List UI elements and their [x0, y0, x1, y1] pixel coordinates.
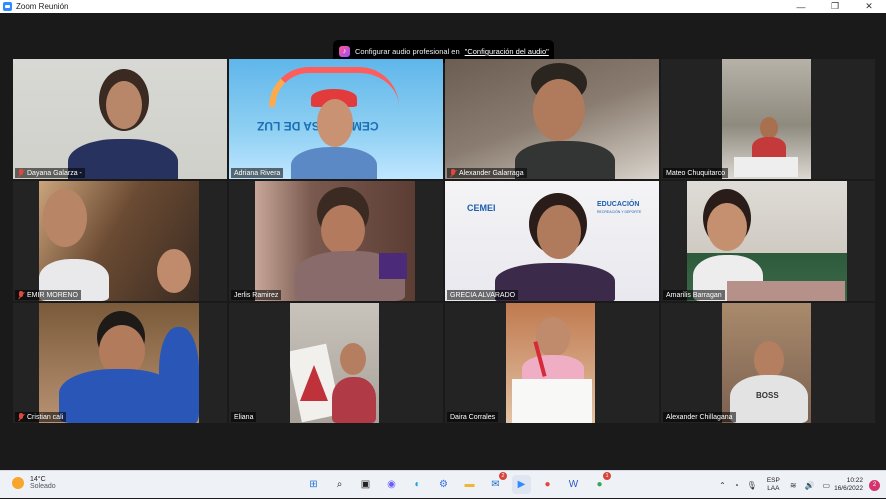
battery-icon[interactable]: ▭	[823, 481, 831, 490]
notifications-badge[interactable]: 2	[869, 479, 880, 491]
system-tray: ⌃ ◔ 🎙 ESP LAA ≋ 🔊 ▭ 10:22 16/6/2022 2	[715, 471, 886, 499]
tray-app-icon[interactable]: ◔	[734, 481, 739, 490]
taskbar-apps: ⊞ ⌕ ▣ ◉ ◐ ⚙ ▬ ✉ 2 ▶ ● W ● 1	[304, 472, 611, 494]
notice-text: Configurar audio profesional en	[355, 47, 460, 56]
participant-tile[interactable]: Eliana	[229, 303, 443, 423]
weather-condition: Soleado	[30, 483, 56, 490]
volume-icon[interactable]: 🔊	[805, 481, 815, 490]
participant-name-label: Cristian cali	[15, 412, 67, 422]
participant-tile[interactable]: Amarilis Barragan	[661, 181, 875, 301]
settings-icon[interactable]: ⚙	[434, 475, 453, 494]
chat-icon[interactable]: ◉	[382, 475, 401, 494]
chrome-badge: 1	[603, 472, 611, 480]
participant-video: CEMEI CASA DE LUZ	[229, 59, 443, 179]
participant-video	[506, 303, 595, 423]
participant-video	[255, 181, 415, 301]
search-icon[interactable]: ⌕	[330, 475, 349, 494]
participant-name-label: Mateo Chuquitarco	[663, 168, 729, 178]
chrome-icon[interactable]: ●	[538, 475, 557, 494]
participant-tile[interactable]: Jerlis Ramirez	[229, 181, 443, 301]
participant-video	[39, 303, 199, 423]
participant-tile[interactable]: Alexander Galarraga	[445, 59, 659, 179]
window-title: Zoom Reunión	[16, 2, 69, 11]
language-indicator[interactable]: ESP LAA	[767, 477, 780, 493]
participant-video	[687, 181, 847, 301]
muted-mic-icon	[450, 169, 456, 177]
weather-temperature: 14°C	[30, 476, 46, 483]
participant-tile[interactable]: CEMEI CASA DE LUZ Adriana Rivera	[229, 59, 443, 179]
participant-video	[13, 59, 227, 179]
participant-name-label: EMIR MORENO	[15, 290, 81, 300]
participant-tile[interactable]: EMIR MORENO	[13, 181, 227, 301]
participant-tile[interactable]: Cristian cali	[13, 303, 227, 423]
sun-icon	[12, 477, 24, 489]
weather-widget[interactable]: 14°C Soleado	[12, 476, 56, 490]
ministry-logo: EDUCACIÓN	[597, 201, 640, 208]
wifi-icon[interactable]: ≋	[790, 481, 797, 490]
participant-tile[interactable]: BOSS Alexander Chillagana	[661, 303, 875, 423]
mail-badge: 2	[499, 472, 507, 480]
muted-mic-icon	[18, 413, 24, 421]
file-explorer-icon[interactable]: ▬	[460, 475, 479, 494]
zoom-app-icon	[3, 2, 12, 11]
participant-name-label: Alexander Galarraga	[447, 168, 527, 178]
participant-video: BOSS	[722, 303, 811, 423]
maximize-button[interactable]: ❐	[818, 0, 852, 13]
ministry-logo-sub: RECREACIÓN Y DEPORTE	[597, 210, 642, 214]
participant-name-label: Amarilis Barragan	[663, 290, 725, 300]
active-speaker-tile[interactable]: CEMEI EDUCACIÓN RECREACIÓN Y DEPORTE GRE…	[445, 181, 659, 301]
microphone-icon[interactable]: 🎙	[747, 481, 757, 490]
clock[interactable]: 10:22 16/6/2022	[834, 477, 863, 493]
participant-name-label: Alexander Chillagana	[663, 412, 736, 422]
cemei-logo: CEMEI	[467, 203, 496, 213]
meeting-gallery: ♪ Configurar audio profesional en "Confi…	[0, 13, 886, 470]
window-controls: — ❐ ✕	[784, 0, 886, 13]
muted-mic-icon	[18, 169, 24, 177]
participant-name-label: Adriana Rivera	[231, 168, 284, 178]
word-icon[interactable]: W	[564, 475, 583, 494]
shirt-text: BOSS	[756, 391, 779, 400]
participant-name-label: GRECIA ALVARADO	[447, 290, 519, 300]
participant-name-label: Jerlis Ramirez	[231, 290, 282, 300]
muted-mic-icon	[18, 291, 24, 299]
zoom-taskbar-icon[interactable]: ▶	[512, 475, 531, 494]
music-note-icon: ♪	[339, 46, 350, 57]
audio-settings-link[interactable]: "Configuración del audio"	[465, 47, 549, 56]
participant-tile[interactable]: Mateo Chuquitarco	[661, 59, 875, 179]
close-button[interactable]: ✕	[852, 0, 886, 13]
task-view-icon[interactable]: ▣	[356, 475, 375, 494]
mail-icon[interactable]: ✉ 2	[486, 472, 507, 494]
edge-browser-icon[interactable]: ◐	[408, 475, 427, 494]
participant-video: CEMEI EDUCACIÓN RECREACIÓN Y DEPORTE	[445, 181, 659, 301]
participant-tile[interactable]: Dayana Galarza -	[13, 59, 227, 179]
windows-start-icon[interactable]: ⊞	[304, 475, 323, 494]
chevron-up-icon[interactable]: ⌃	[719, 481, 726, 490]
participant-tile[interactable]: Daira Corrales	[445, 303, 659, 423]
participant-video	[722, 59, 811, 179]
participant-video	[445, 59, 659, 179]
minimize-button[interactable]: —	[784, 0, 818, 13]
participant-name-label: Daira Corrales	[447, 412, 499, 422]
chrome-profile-icon[interactable]: ● 1	[590, 472, 611, 494]
window-titlebar: Zoom Reunión — ❐ ✕	[0, 0, 886, 13]
participant-video	[39, 181, 199, 301]
taskbar: 14°C Soleado ⊞ ⌕ ▣ ◉ ◐ ⚙ ▬ ✉ 2 ▶ ● W ● 1 ⌃…	[0, 470, 886, 498]
participant-name-label: Dayana Galarza -	[15, 168, 85, 178]
participant-video	[290, 303, 379, 423]
participant-name-label: Eliana	[231, 412, 257, 422]
